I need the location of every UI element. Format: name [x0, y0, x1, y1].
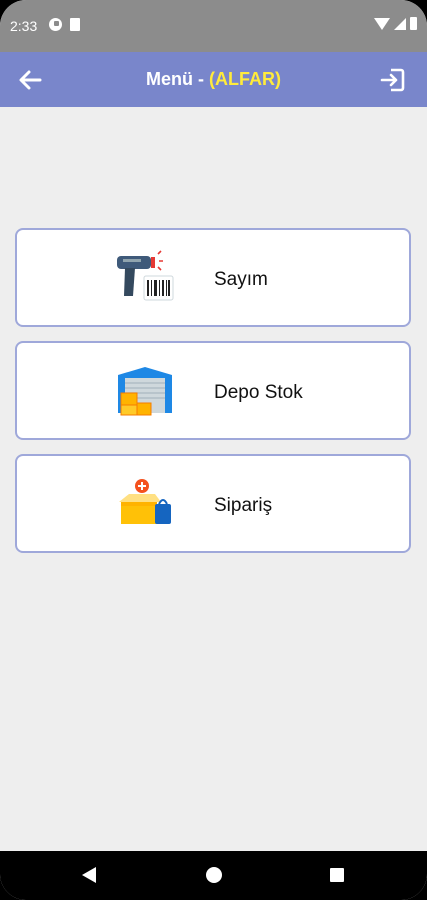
app-screen: 2:33 Menü - (ALFAR) Sayım Depo Stok Sipa…	[0, 0, 427, 900]
battery-icon	[410, 17, 417, 30]
menu-item-sayim[interactable]: Sayım	[15, 228, 411, 327]
order-box-icon	[119, 479, 171, 524]
logout-button[interactable]	[379, 66, 407, 94]
app-bar: Menü - (ALFAR)	[0, 52, 427, 107]
menu-item-label: Depo Stok	[214, 382, 303, 403]
status-bar: 2:33	[0, 0, 427, 52]
warehouse-icon	[118, 367, 172, 416]
status-time: 2:33	[10, 18, 38, 34]
wifi-icon	[374, 17, 390, 30]
menu-item-label: Sipariş	[214, 495, 273, 516]
menu-item-label: Sayım	[214, 269, 268, 290]
menu-item-depo-stok[interactable]: Depo Stok	[15, 341, 411, 440]
status-indicators	[374, 17, 417, 30]
menu-item-siparis[interactable]: Sipariş	[15, 454, 411, 553]
page-title: Menü - (ALFAR)	[0, 69, 427, 90]
sd-card-icon	[70, 18, 80, 31]
page-title-accent: (ALFAR)	[209, 69, 281, 89]
barcode-scanner-icon	[117, 250, 174, 301]
nav-recents-icon[interactable]	[330, 868, 344, 882]
system-nav-bar	[0, 851, 427, 900]
nav-back-icon[interactable]	[82, 867, 96, 883]
signal-icon	[394, 17, 406, 30]
nav-home-icon[interactable]	[206, 867, 222, 883]
notification-icon	[49, 18, 62, 31]
page-title-text: Menü -	[146, 69, 209, 89]
logout-icon	[380, 68, 405, 92]
